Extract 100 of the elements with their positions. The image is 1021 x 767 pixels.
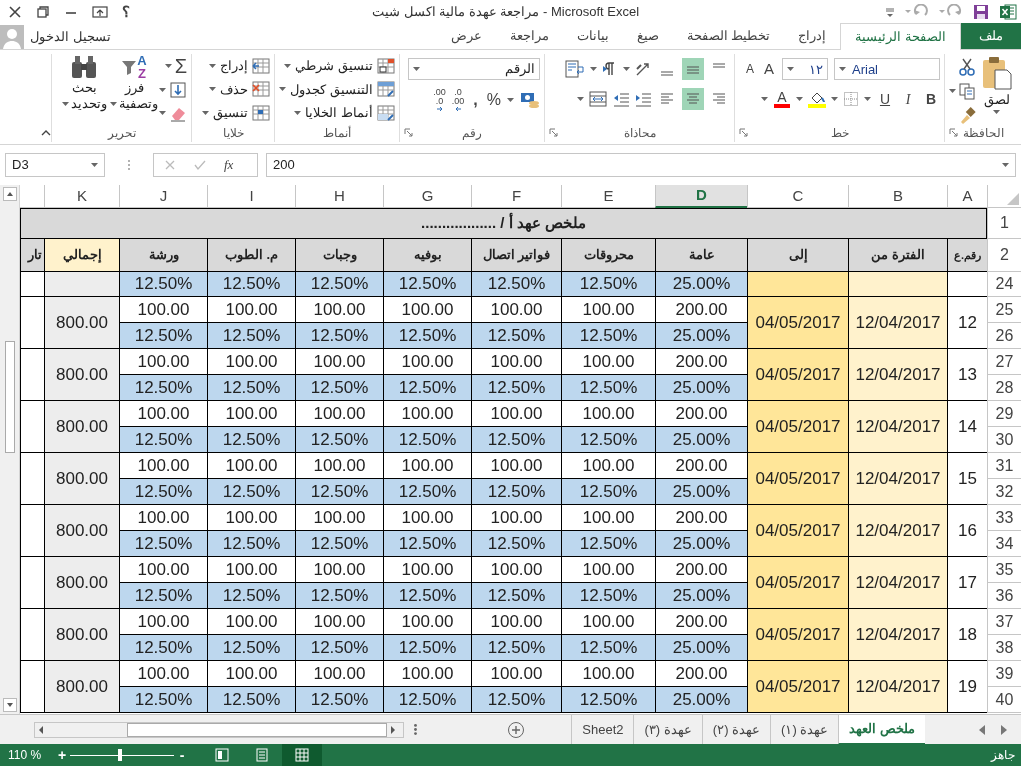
caret-icon[interactable]: [623, 67, 630, 71]
next-sheet-icon[interactable]: [979, 724, 985, 735]
caret-icon[interactable]: [294, 110, 302, 115]
find-select-button[interactable]: بحث وتحديد: [59, 54, 109, 124]
caret-icon[interactable]: [61, 102, 69, 106]
caret-icon[interactable]: [159, 88, 166, 92]
zoom-out-button[interactable]: -: [176, 744, 188, 766]
fill-down-icon[interactable]: [169, 81, 187, 99]
zoom-level[interactable]: 110 %: [0, 746, 56, 764]
caret-icon[interactable]: [864, 97, 871, 101]
previous-sheet-icon[interactable]: [1001, 724, 1007, 735]
underline-button[interactable]: U: [876, 88, 894, 110]
caret-icon[interactable]: [1002, 163, 1009, 167]
paste-button[interactable]: لصق: [976, 54, 1017, 124]
shrink-font-button[interactable]: A: [743, 60, 756, 79]
caret-icon[interactable]: [839, 67, 846, 72]
customize-toolbar-icon[interactable]: [885, 6, 895, 18]
font-color-button[interactable]: A: [773, 90, 791, 108]
format-painter-icon[interactable]: [958, 106, 976, 124]
ribbon-tab[interactable]: الصفحة الرئيسية: [840, 23, 961, 50]
ribbon-tab[interactable]: عرض: [436, 23, 496, 49]
ribbon-tab[interactable]: بيانات: [562, 23, 623, 49]
caret-icon[interactable]: [413, 67, 420, 71]
caret-icon[interactable]: [164, 64, 172, 68]
caret-icon[interactable]: [507, 98, 514, 102]
grow-font-button[interactable]: A: [762, 58, 776, 81]
zoom-slider[interactable]: [70, 748, 174, 762]
cells-menu-item[interactable]: حذف: [202, 79, 270, 99]
cells-menu-item[interactable]: تنسيق: [202, 103, 270, 123]
table-cell: 100.00: [119, 401, 207, 427]
number-format-field[interactable]: الرقم: [408, 58, 540, 80]
style-menu-item[interactable]: تنسيق شرطي: [279, 56, 395, 76]
caret-icon[interactable]: [577, 97, 584, 101]
style-menu-item[interactable]: أنماط الخلايا: [279, 103, 395, 123]
caret-icon[interactable]: [279, 87, 287, 92]
text-orientation-icon[interactable]: [634, 60, 652, 78]
copy-icon[interactable]: [958, 82, 976, 100]
caret-icon[interactable]: [831, 97, 838, 101]
horizontal-scrollbar[interactable]: [34, 721, 405, 738]
decimal-increase-button[interactable]: .0 .00: [451, 88, 465, 112]
caret-icon[interactable]: [796, 97, 803, 101]
scissors-icon[interactable]: [958, 58, 976, 76]
add-sheet-icon[interactable]: [507, 720, 526, 739]
formula-input[interactable]: 200: [266, 153, 1016, 177]
ribbon-display-icon[interactable]: [92, 5, 108, 19]
merge-cells-icon[interactable]: [588, 90, 608, 108]
caret-icon[interactable]: [110, 102, 117, 106]
slider-thumb[interactable]: [117, 749, 122, 761]
ribbon-tab[interactable]: صيغ: [622, 23, 673, 49]
percent-button[interactable]: %: [486, 88, 501, 112]
dialog-launcher-icon[interactable]: [404, 128, 413, 137]
caret-icon[interactable]: [91, 163, 98, 167]
dialog-launcher-icon[interactable]: [549, 128, 558, 137]
scrollbar-thumb[interactable]: [4, 341, 15, 453]
caret-icon[interactable]: [787, 67, 794, 72]
save-icon[interactable]: [973, 4, 989, 20]
autosum-button[interactable]: Σ: [174, 56, 187, 76]
caret-icon[interactable]: [949, 89, 956, 93]
sheet-tab[interactable]: ملخص العهد: [838, 714, 925, 745]
bold-button[interactable]: B: [922, 88, 940, 110]
caret-icon[interactable]: [993, 109, 1000, 114]
ribbon-tab[interactable]: مراجعة: [495, 23, 563, 49]
accounting-format-icon[interactable]: [520, 91, 540, 109]
collapse-ribbon-icon[interactable]: [41, 130, 51, 136]
scrollbar-thumb[interactable]: [127, 722, 388, 737]
font-name-field[interactable]: Arial: [834, 58, 940, 81]
close-icon[interactable]: [8, 5, 22, 19]
cells-menu-item[interactable]: إدراج: [202, 56, 270, 76]
dialog-launcher-icon[interactable]: [949, 128, 958, 137]
view-normal-button[interactable]: [282, 744, 322, 766]
decrease-indent-icon[interactable]: [612, 90, 630, 108]
scroll-up-icon[interactable]: [2, 187, 17, 201]
ribbon-tab[interactable]: إدراج: [784, 23, 841, 49]
caret-icon[interactable]: [761, 97, 768, 101]
caret-icon[interactable]: [590, 67, 597, 71]
caret-icon[interactable]: [284, 63, 292, 68]
style-menu-item[interactable]: التنسيق كجدول: [279, 79, 395, 99]
zoom-in-button[interactable]: +: [56, 744, 68, 766]
font-size-field[interactable]: ١٢: [782, 58, 828, 81]
name-box[interactable]: D3: [5, 153, 105, 177]
wrap-text-icon[interactable]: [564, 59, 586, 79]
caret-icon[interactable]: [159, 111, 166, 115]
column-header[interactable]: D: [655, 185, 747, 208]
italic-button[interactable]: I: [899, 88, 917, 110]
caret-icon[interactable]: [202, 110, 209, 115]
insert-function-button[interactable]: fx: [224, 155, 234, 175]
comma-button[interactable]: ,: [470, 88, 481, 112]
caret-icon[interactable]: [209, 63, 216, 68]
sign-in-link[interactable]: تسجيل الدخول: [30, 27, 111, 47]
decimal-decrease-button[interactable]: .00 .0: [433, 88, 446, 112]
fill-color-icon[interactable]: [808, 90, 826, 108]
restore-icon[interactable]: [36, 5, 50, 19]
scroll-down-icon[interactable]: [2, 698, 17, 712]
dialog-launcher-icon[interactable]: [739, 128, 748, 137]
help-button[interactable]: ؟: [122, 0, 130, 24]
ribbon-tab[interactable]: ملف: [961, 23, 1021, 49]
increase-indent-icon[interactable]: [634, 90, 652, 108]
ribbon-tab[interactable]: تخطيط الصفحة: [672, 23, 785, 49]
spreadsheet-logo-icon[interactable]: [999, 3, 1017, 21]
caret-icon[interactable]: [209, 87, 216, 92]
